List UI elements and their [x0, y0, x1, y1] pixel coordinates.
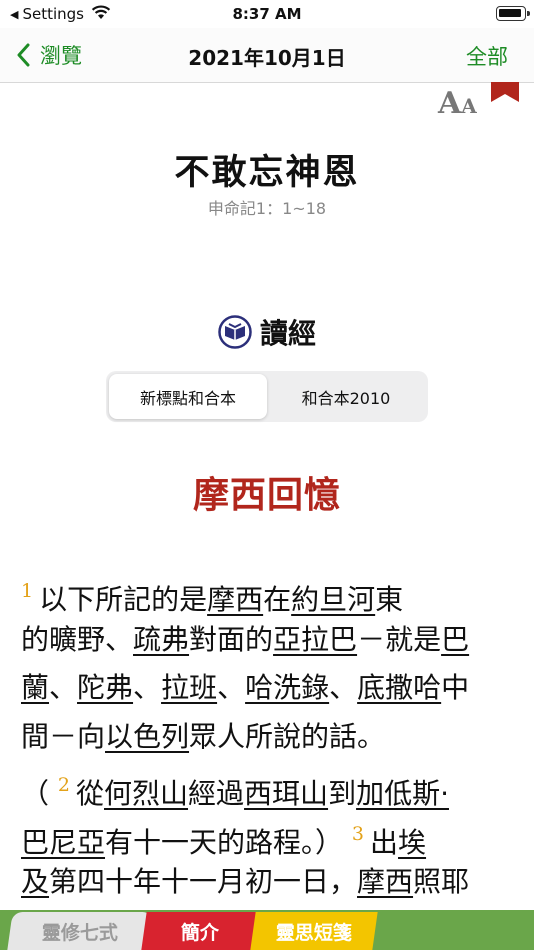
font-size-small-letter: A — [461, 94, 477, 118]
passage-line: 的曠野、疏弗對面的亞拉巴－就是巴 — [21, 616, 517, 665]
version-option-new-punctuation[interactable]: 新標點和合本 — [109, 374, 267, 419]
passage-text-segment: 、 — [329, 671, 358, 704]
passage-text-segment: 以下所記的是 — [39, 583, 208, 616]
proper-noun-link[interactable]: 摩西 — [357, 865, 413, 898]
proper-noun-link[interactable]: 哈洗錄 — [245, 671, 329, 704]
scripture-reference: 申命記1：1~18 — [207, 199, 327, 218]
proper-noun-link[interactable]: 摩西 — [207, 583, 263, 616]
passage-text-segment: 經過 — [188, 777, 245, 810]
passage-line: 間－向以色列眾人所說的話。 — [21, 713, 517, 762]
verse-number: 1 — [21, 580, 34, 602]
proper-noun-link[interactable]: 加低斯· — [356, 777, 449, 810]
proper-noun-link[interactable]: 蘭 — [21, 671, 49, 704]
proper-noun-link[interactable]: 拉班 — [161, 671, 217, 704]
bible-reading-icon — [218, 315, 252, 349]
tab-short-reflection[interactable]: 靈思短箋 — [250, 912, 378, 950]
proper-noun-link[interactable]: 何烈山 — [104, 777, 188, 810]
proper-noun-link[interactable]: 巴尼亞 — [21, 826, 105, 859]
passage-text-segment: 、 — [49, 671, 78, 704]
proper-noun-link[interactable]: 及 — [21, 865, 49, 898]
proper-noun-link[interactable]: 疏弗 — [133, 623, 189, 656]
tab-label: 靈思短箋 — [275, 921, 352, 944]
passage-text-segment: 照耶 — [413, 865, 470, 898]
proper-noun-link[interactable]: 以色列 — [105, 720, 189, 753]
version-segmented-control: 新標點和合本 和合本2010 — [106, 371, 428, 422]
battery-icon — [496, 6, 530, 21]
status-time: 8:37 AM — [232, 5, 302, 23]
passage-text-segment: 第四十年十一月初一日， — [49, 865, 358, 898]
tab-devotion-seven-steps[interactable]: 靈修七式 — [7, 912, 153, 950]
reading-section-label: 讀經 — [259, 317, 316, 350]
passage-text-segment: 有十一天的路程。） — [105, 825, 352, 859]
passage-text-segment: 出 — [370, 825, 399, 859]
navigation-bar: 瀏覽 2021年10月1日 全部 — [0, 28, 534, 83]
passage-text-segment: 對面的 — [189, 622, 274, 656]
verse-number: 3 — [351, 822, 365, 845]
font-size-big-letter: A — [438, 86, 462, 121]
chevron-left-icon — [17, 43, 30, 67]
proper-noun-link[interactable]: 西珥山 — [244, 777, 328, 810]
nav-back-button[interactable]: 瀏覽 — [16, 40, 82, 70]
nav-back-label: 瀏覽 — [40, 44, 82, 68]
passage-text-segment: 在 — [263, 583, 292, 616]
passage-text-segment: 、 — [217, 671, 246, 704]
tab-label: 靈修七式 — [41, 921, 118, 944]
status-bar: ◀ Settings 8:37 AM — [0, 0, 534, 28]
passage-text: 1 以下所記的是摩西在約旦河東 的曠野、疏弗對面的亞拉巴－就是巴 蘭、陀弗、拉班、哈洗… — [21, 567, 517, 910]
passage-text-segment: 、 — [133, 671, 162, 704]
passage-line: 及第四十年十一月初一日，摩西照耶 — [21, 858, 517, 907]
passage-text-segment: 間－向 — [21, 719, 106, 753]
passage-text-segment: 的曠野、 — [21, 622, 134, 656]
page-title: 不敢忘神恩 — [174, 153, 360, 193]
passage-line: （ 2 從何烈山經過西珥山到加低斯· — [21, 761, 517, 810]
all-button[interactable]: 全部 — [466, 41, 508, 71]
passage-heading: 摩西回憶 — [192, 475, 341, 516]
tab-label: 簡介 — [180, 921, 219, 944]
proper-noun-link[interactable]: 底撒哈 — [357, 671, 441, 704]
version-option-2010[interactable]: 和合本2010 — [267, 374, 425, 419]
font-size-icon[interactable]: AA — [438, 86, 477, 121]
passage-text-segment: （ — [21, 777, 58, 810]
passage-text-segment: 眾人所說的話。 — [189, 719, 386, 753]
passage-text-segment: 從 — [76, 777, 105, 810]
reading-section-header: 讀經 — [0, 312, 534, 352]
proper-noun-link[interactable]: 巴 — [441, 623, 469, 656]
bookmark-icon[interactable] — [491, 82, 519, 102]
passage-line: 1 以下所記的是摩西在約旦河東 — [21, 567, 517, 616]
bottom-tab-bar: 靈修七式 簡介 靈思短箋 — [0, 910, 534, 950]
passage-text-segment: 到 — [328, 777, 357, 810]
passage-line: 巴尼亞有十一天的路程。） 3 出埃 — [21, 810, 517, 859]
proper-noun-link[interactable]: 亞拉巴 — [273, 623, 357, 656]
proper-noun-link[interactable]: 約旦河 — [291, 583, 375, 616]
tab-introduction[interactable]: 簡介 — [141, 912, 259, 950]
verse-number: 2 — [57, 774, 70, 796]
proper-noun-link[interactable]: 陀弗 — [77, 671, 133, 704]
proper-noun-link[interactable]: 埃 — [398, 826, 426, 859]
passage-text-segment: －就是 — [357, 622, 442, 656]
passage-text-segment: 中 — [441, 671, 470, 704]
passage-line: 蘭、陀弗、拉班、哈洗錄、底撒哈中 — [21, 664, 517, 713]
passage-text-segment: 東 — [375, 583, 404, 616]
